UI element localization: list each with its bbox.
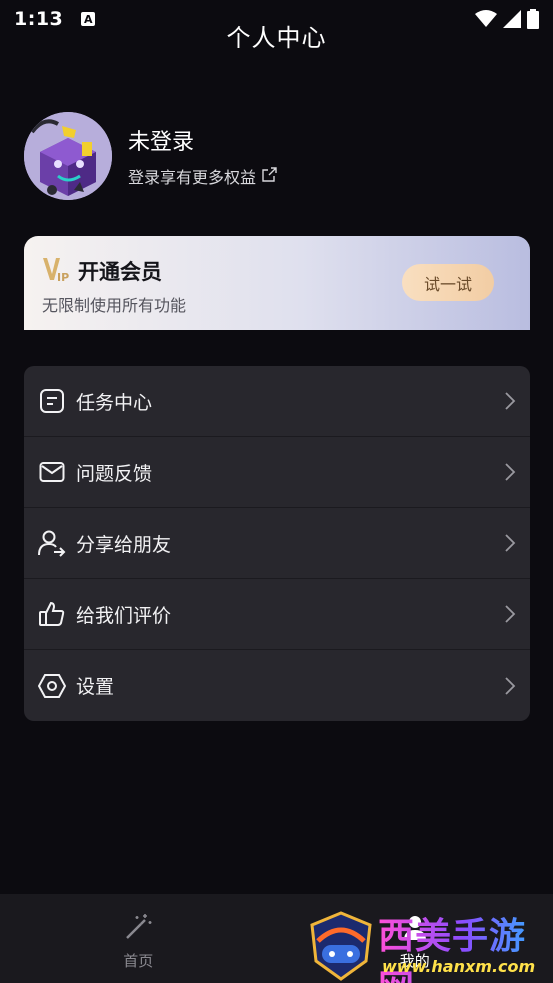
chevron-right-icon: [504, 604, 516, 628]
gamepad-logo-icon: [306, 911, 376, 983]
thumbs-up-icon: [38, 600, 66, 628]
vip-logo-icon: IP: [42, 256, 72, 286]
tab-home[interactable]: 首页: [0, 894, 277, 983]
external-edit-icon: [262, 166, 277, 186]
chevron-right-icon: [504, 676, 516, 700]
menu-item-settings[interactable]: 设置: [24, 650, 530, 721]
svg-text:IP: IP: [57, 271, 69, 282]
profile-section[interactable]: 未登录 登录享有更多权益: [24, 112, 277, 200]
try-vip-button[interactable]: 试一试: [402, 264, 494, 301]
chevron-right-icon: [504, 391, 516, 415]
page-title: 个人中心: [226, 24, 327, 52]
menu-item-task-center[interactable]: 任务中心: [24, 366, 530, 437]
menu-item-label: 任务中心: [76, 391, 153, 414]
watermark: 西美手游网 www.hanxm.com: [304, 903, 549, 983]
menu-item-feedback[interactable]: 问题反馈: [24, 437, 530, 508]
magic-wand-icon: [123, 912, 153, 946]
menu-item-rate-us[interactable]: 给我们评价: [24, 579, 530, 650]
avatar[interactable]: [24, 112, 112, 200]
vip-title: 开通会员: [78, 260, 162, 284]
profile-name[interactable]: 未登录: [128, 124, 277, 156]
menu-item-label: 分享给朋友: [76, 533, 172, 556]
menu-item-share[interactable]: 分享给朋友: [24, 508, 530, 579]
menu-list: 任务中心 问题反馈 分享给朋友 给我们评价 设置: [24, 366, 530, 721]
profile-subtitle-text: 登录享有更多权益: [128, 168, 257, 187]
settings-hex-icon: [38, 672, 66, 700]
chevron-right-icon: [504, 462, 516, 486]
menu-item-label: 设置: [76, 676, 115, 698]
chevron-right-icon: [504, 533, 516, 557]
menu-item-label: 给我们评价: [76, 604, 172, 627]
menu-item-label: 问题反馈: [76, 462, 153, 485]
vip-card[interactable]: IP 开通会员 无限制使用所有功能 试一试: [24, 236, 530, 330]
task-icon: [38, 387, 66, 415]
tab-label: 首页: [123, 952, 154, 970]
mail-icon: [38, 458, 66, 486]
profile-subtitle[interactable]: 登录享有更多权益: [128, 164, 277, 188]
vip-subtitle: 无限制使用所有功能: [42, 296, 187, 315]
share-user-icon: [38, 529, 66, 557]
watermark-url: www.hanxm.com: [382, 957, 536, 976]
